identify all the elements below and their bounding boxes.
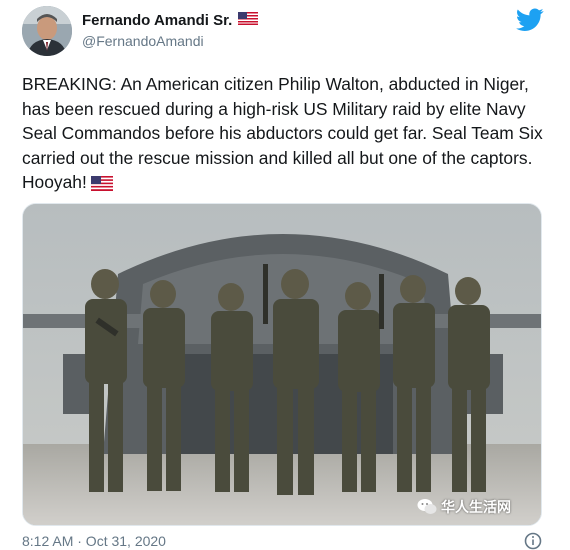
tweet-text: BREAKING: An American citizen Philip Wal… (22, 72, 552, 198)
tweet-timestamp[interactable]: 8:12 AM · Oct 31, 2020 (22, 533, 166, 549)
tweet-card: Fernando Amandi Sr. @FernandoAmandi BREA… (0, 0, 570, 550)
user-info: Fernando Amandi Sr. @FernandoAmandi (82, 12, 259, 49)
info-icon[interactable] (524, 532, 542, 550)
us-flag-icon (90, 173, 113, 198)
media-watermark: 华人生活网 (417, 497, 511, 517)
user-handle[interactable]: @FernandoAmandi (82, 33, 258, 49)
tweet-media-photo[interactable]: 华人生活网 (22, 203, 542, 526)
avatar[interactable] (22, 6, 72, 56)
photo-soldiers-helicopter (23, 204, 541, 525)
display-name[interactable]: Fernando Amandi Sr. (82, 12, 232, 29)
us-flag-icon (238, 12, 259, 29)
twitter-bird-icon[interactable] (516, 8, 544, 32)
watermark-text: 华人生活网 (441, 499, 511, 515)
wechat-icon (417, 498, 437, 516)
display-name-row[interactable]: Fernando Amandi Sr. (82, 12, 259, 29)
